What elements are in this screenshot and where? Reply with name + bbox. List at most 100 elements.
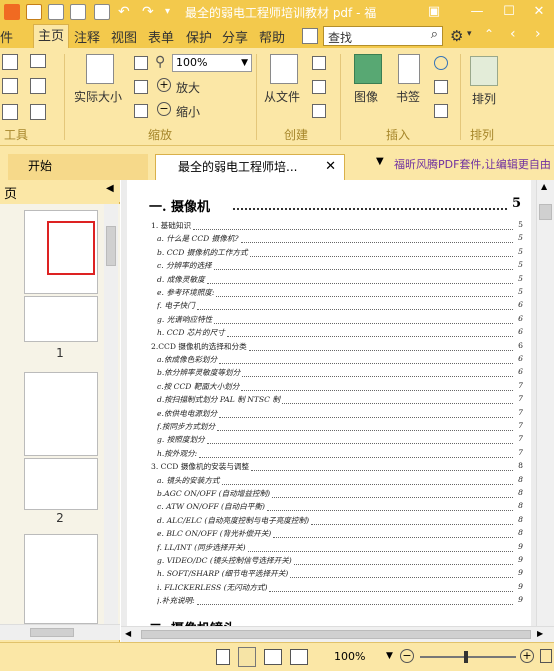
search-icon[interactable]: ⌕ bbox=[431, 27, 438, 42]
arrange-label[interactable]: 排列 bbox=[472, 90, 496, 107]
toc-entry[interactable]: d. 成像灵敏度 5 bbox=[157, 274, 523, 286]
toc-entry[interactable]: c. 分辨率的选择 5 bbox=[157, 260, 523, 272]
close-icon[interactable]: ✕ bbox=[530, 3, 548, 21]
toc-entry[interactable]: 3. CCD 摄像机的安装与调整 8 bbox=[151, 461, 523, 473]
toc-entry[interactable]: f. LL/INT (同步选择开关) 9 bbox=[157, 542, 523, 554]
typewriter-icon[interactable] bbox=[2, 54, 18, 70]
chevron-down-icon[interactable]: ▾ bbox=[467, 29, 472, 39]
image-icon[interactable] bbox=[354, 54, 382, 84]
toc-entry[interactable]: e. BLC ON/OFF (背光补偿开关) 8 bbox=[157, 528, 523, 540]
menu-comment[interactable]: 注释 bbox=[74, 27, 100, 46]
toc-entry[interactable]: b. CCD 摄像机的工作方式 5 bbox=[157, 247, 523, 259]
toc-entry[interactable]: h. SOFT/SHARP (细节电平选择开关) 9 bbox=[157, 568, 523, 580]
undo-icon[interactable]: ↶ bbox=[118, 4, 134, 20]
menu-view[interactable]: 视图 bbox=[111, 27, 137, 46]
restore-icon[interactable]: ▣ bbox=[425, 3, 443, 21]
scroll-left-icon[interactable]: ◀ bbox=[125, 629, 131, 638]
actual-size-label[interactable]: 实际大小 bbox=[74, 88, 122, 105]
bookmark-label[interactable]: 书签 bbox=[396, 88, 420, 105]
toc-entry[interactable]: i. FLICKERLESS (无闪动方式) 9 bbox=[157, 582, 523, 594]
toc-entry[interactable]: b.依分辨率灵敏度等划分 6 bbox=[157, 367, 523, 379]
attachment-icon[interactable] bbox=[434, 80, 448, 94]
document-vscrollbar[interactable]: ▲ bbox=[536, 180, 554, 626]
toc-entry[interactable]: a. 镜头的安装方式 8 bbox=[157, 475, 523, 487]
search-input[interactable]: 查找 ⌕ bbox=[323, 26, 443, 46]
customize-icon[interactable]: ▾ bbox=[165, 4, 181, 20]
link-icon[interactable] bbox=[434, 56, 448, 70]
fit-page-icon[interactable] bbox=[134, 56, 148, 70]
maximize-icon[interactable]: ☐ bbox=[500, 3, 518, 21]
toc-entry[interactable]: e. 参考环境照度: 5 bbox=[157, 287, 523, 299]
toc-entry[interactable]: c. ATW ON/OFF (自动白平衡) 8 bbox=[157, 501, 523, 513]
settings-icon[interactable]: ⚙ bbox=[450, 27, 463, 45]
clipboard-icon[interactable] bbox=[30, 78, 46, 94]
collapse-panel-icon[interactable]: ◀ bbox=[106, 183, 114, 194]
nav-prev-icon[interactable]: ‹ bbox=[510, 26, 516, 42]
zoom-slider-handle[interactable] bbox=[464, 651, 468, 663]
fit-visible-icon[interactable] bbox=[134, 104, 148, 118]
brush-icon[interactable] bbox=[2, 104, 18, 120]
zoom-out-icon[interactable]: − bbox=[157, 102, 171, 116]
facing-pages-icon[interactable] bbox=[264, 649, 282, 665]
actual-size-icon[interactable] bbox=[86, 54, 114, 84]
new-icon[interactable] bbox=[94, 4, 110, 20]
pdf-from-scanner-icon[interactable] bbox=[312, 56, 326, 70]
nav-next-icon[interactable]: › bbox=[535, 26, 541, 42]
scroll-thumb[interactable] bbox=[141, 630, 531, 639]
zoom-in-label[interactable]: 放大 bbox=[176, 79, 200, 96]
pdf-combine-icon[interactable] bbox=[312, 104, 326, 118]
thumbnail-list[interactable]: 1 2 bbox=[0, 204, 120, 624]
menu-home[interactable]: 主页 bbox=[33, 24, 70, 48]
document-view[interactable]: 一. 摄像机 5 1. 基础知识 5 a. 什么是 CCD 摄像机? 5 b. CCD … bbox=[121, 180, 554, 642]
arrange-icon[interactable] bbox=[470, 56, 498, 86]
toc-entry[interactable]: d.按扫描制式划分 PAL 制 NTSC 制 7 bbox=[157, 394, 523, 406]
tab-document[interactable]: 最全的弱电工程师培... ✕ bbox=[155, 154, 345, 180]
tab-list-icon[interactable]: ▼ bbox=[376, 156, 384, 167]
fit-width-icon[interactable] bbox=[134, 80, 148, 94]
page-thumbnail[interactable] bbox=[24, 458, 98, 510]
scroll-thumb[interactable] bbox=[30, 628, 74, 637]
print-icon[interactable] bbox=[48, 4, 64, 20]
snapshot-icon[interactable] bbox=[30, 54, 46, 68]
continuous-facing-icon[interactable] bbox=[290, 649, 308, 665]
single-page-icon[interactable] bbox=[216, 649, 230, 665]
page-thumbnail[interactable] bbox=[24, 372, 98, 456]
toc-entry[interactable]: a.依成像色彩划分 6 bbox=[157, 354, 523, 366]
toc-entry[interactable]: h.按外观分: 7 bbox=[157, 448, 523, 460]
scroll-up-icon[interactable]: ▲ bbox=[541, 182, 547, 191]
open-icon[interactable] bbox=[70, 4, 86, 20]
tab-start[interactable]: 开始 bbox=[8, 154, 148, 180]
toc-entry[interactable]: c.按 CCD 靶面大小划分 7 bbox=[157, 381, 523, 393]
page-thumbnail[interactable] bbox=[24, 534, 98, 624]
find-icon[interactable] bbox=[302, 28, 318, 44]
nav-up-icon[interactable]: ⌃ bbox=[484, 27, 494, 41]
stamp-icon[interactable] bbox=[30, 104, 46, 120]
toc-entry[interactable]: 1. 基础知识 5 bbox=[151, 220, 523, 232]
magnifier-icon[interactable]: ⚲ bbox=[155, 54, 165, 70]
pdf-blank-icon[interactable] bbox=[312, 80, 326, 94]
scroll-thumb[interactable] bbox=[106, 226, 116, 266]
menu-file[interactable]: 件 bbox=[0, 27, 13, 46]
toc-entry[interactable]: h. CCD 芯片的尺寸 6 bbox=[157, 327, 523, 339]
continuous-page-icon[interactable] bbox=[238, 647, 256, 667]
zoom-in-icon[interactable]: + bbox=[157, 78, 171, 92]
redo-icon[interactable]: ↷ bbox=[142, 4, 158, 20]
bookmark-icon[interactable] bbox=[398, 54, 420, 84]
zoom-out-label[interactable]: 缩小 bbox=[176, 103, 200, 120]
toc-entry[interactable]: f. 电子快门 6 bbox=[157, 300, 523, 312]
menu-protect[interactable]: 保护 bbox=[186, 27, 212, 46]
save-icon[interactable] bbox=[26, 4, 42, 20]
promo-banner[interactable]: 福昕风腾PDF套件,让编辑更自由 bbox=[394, 156, 551, 172]
toc-entry[interactable]: e.依供电电源划分 7 bbox=[157, 408, 523, 420]
menu-form[interactable]: 表单 bbox=[148, 27, 174, 46]
menu-share[interactable]: 分享 bbox=[222, 27, 248, 46]
minimize-icon[interactable]: — bbox=[468, 3, 486, 21]
fullscreen-icon[interactable] bbox=[540, 649, 552, 663]
toc-entry[interactable]: j.补充说明: 9 bbox=[157, 595, 523, 607]
document-hscrollbar[interactable]: ◀ ▶ bbox=[121, 626, 554, 642]
toc-entry[interactable]: a. 什么是 CCD 摄像机? 5 bbox=[157, 233, 523, 245]
menu-help[interactable]: 帮助 bbox=[259, 27, 285, 46]
zoom-slider[interactable] bbox=[420, 651, 516, 663]
zoom-in-icon[interactable]: + bbox=[520, 649, 534, 663]
toc-entry[interactable]: d. ALC/ELC (自动亮度控制与电子亮度控制) 8 bbox=[157, 515, 523, 527]
